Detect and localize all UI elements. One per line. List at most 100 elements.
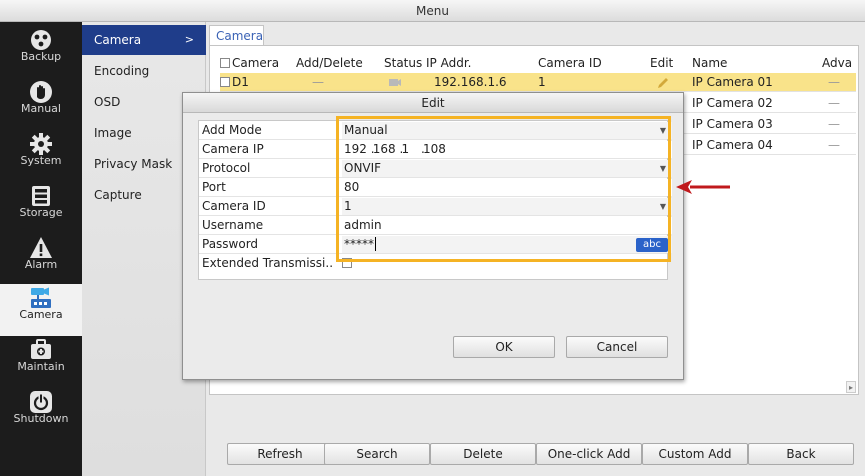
extended-label: Extended Transmissi.. bbox=[202, 256, 334, 270]
power-icon bbox=[30, 391, 52, 413]
camera-status-icon bbox=[389, 79, 401, 86]
status-cell bbox=[388, 73, 418, 92]
name-cell: IP Camera 02 bbox=[692, 96, 773, 110]
one-click-add-button[interactable]: One-click Add bbox=[536, 443, 642, 465]
add-delete-cell[interactable]: — bbox=[312, 73, 352, 92]
refresh-button[interactable]: Refresh bbox=[227, 443, 333, 465]
nav-maintain[interactable]: Maintain bbox=[0, 336, 82, 388]
nav-backup[interactable]: Backup bbox=[0, 26, 82, 78]
password-input[interactable]: ***** abc bbox=[342, 236, 672, 253]
name-cell: IP Camera 04 bbox=[692, 138, 773, 152]
callout-arrow-icon bbox=[676, 180, 730, 194]
extended-transmission-checkbox[interactable] bbox=[342, 258, 352, 268]
back-button[interactable]: Back bbox=[748, 443, 854, 465]
delete-button[interactable]: Delete bbox=[430, 443, 536, 465]
window-title: Menu bbox=[416, 4, 449, 18]
ok-button[interactable]: OK bbox=[453, 336, 555, 358]
password-label: Password bbox=[202, 237, 259, 251]
username-input[interactable]: admin bbox=[342, 217, 672, 234]
tab-camera[interactable]: Camera bbox=[209, 25, 264, 46]
search-button[interactable]: Search bbox=[324, 443, 430, 465]
column-name: Name bbox=[692, 56, 728, 70]
nav-shutdown[interactable]: Shutdown bbox=[0, 388, 82, 440]
name-cell: IP Camera 01 bbox=[692, 75, 773, 89]
column-camera-id: Camera ID bbox=[538, 56, 602, 70]
main-nav: Backup Manual System Storage Alarm Camer… bbox=[0, 22, 82, 476]
nav-manual[interactable]: Manual bbox=[0, 78, 82, 130]
port-row: Port 80 bbox=[199, 178, 672, 197]
select-all-checkbox[interactable] bbox=[220, 58, 230, 68]
advanced-cell[interactable]: — bbox=[828, 73, 856, 92]
name-cell: IP Camera 03 bbox=[692, 117, 773, 131]
edit-cell[interactable] bbox=[656, 73, 686, 92]
camera-ip-row: Camera IP 192 .168 .1 .108 bbox=[199, 140, 672, 159]
storage-icon bbox=[32, 186, 50, 206]
advanced-cell[interactable]: — bbox=[828, 136, 856, 155]
column-advanced: Adva bbox=[822, 56, 853, 70]
pencil-icon[interactable] bbox=[656, 76, 670, 90]
column-camera: Camera bbox=[220, 54, 296, 73]
password-row: Password ***** abc bbox=[199, 235, 672, 254]
ip-octet-4[interactable]: 108 bbox=[423, 142, 446, 156]
nav-label: Manual bbox=[21, 102, 61, 115]
camera-id-select[interactable]: 1 ▼ bbox=[342, 198, 672, 215]
manual-hand-icon bbox=[30, 81, 52, 103]
camera-ip-label: Camera IP bbox=[202, 142, 264, 156]
port-label: Port bbox=[202, 180, 226, 194]
protocol-row: Protocol ONVIF ▼ bbox=[199, 159, 672, 178]
table-row[interactable]: D1 — 192.168.1.6 1 IP Camera 01 — bbox=[220, 73, 856, 92]
add-mode-row: Add Mode Manual ▼ bbox=[199, 121, 672, 140]
subnav-label: Camera bbox=[94, 33, 142, 47]
gear-icon bbox=[30, 133, 52, 155]
nav-system[interactable]: System bbox=[0, 130, 82, 182]
toolbox-icon bbox=[31, 339, 51, 359]
ip-octet-1[interactable]: 192 bbox=[344, 142, 367, 156]
text-cursor bbox=[375, 237, 376, 251]
input-method-badge[interactable]: abc bbox=[636, 238, 668, 252]
chevron-right-icon: > bbox=[184, 33, 194, 46]
cancel-button[interactable]: Cancel bbox=[566, 336, 668, 358]
edit-form: Add Mode Manual ▼ Camera IP 192 .168 .1 .… bbox=[198, 120, 672, 280]
backup-icon bbox=[31, 30, 51, 50]
column-edit: Edit bbox=[650, 56, 674, 70]
camera-channel: D1 bbox=[232, 75, 249, 89]
ip-octet-3[interactable]: 1 bbox=[401, 142, 409, 156]
extended-row: Extended Transmissi.. bbox=[199, 254, 667, 273]
protocol-select[interactable]: ONVIF ▼ bbox=[342, 160, 672, 177]
dropdown-arrow-icon: ▼ bbox=[659, 126, 666, 135]
camera-ip-input[interactable]: 192 .168 .1 .108 bbox=[342, 141, 672, 158]
username-row: Username admin bbox=[199, 216, 672, 235]
scroll-right-icon[interactable]: ▸ bbox=[846, 381, 856, 393]
nav-alarm[interactable]: Alarm bbox=[0, 234, 82, 286]
nav-label: Maintain bbox=[17, 360, 65, 373]
column-ip-addr: IP Addr. bbox=[426, 56, 472, 70]
port-input[interactable]: 80 bbox=[342, 179, 672, 196]
alarm-warning-icon bbox=[30, 237, 52, 258]
add-mode-label: Add Mode bbox=[202, 123, 262, 137]
camera-icon bbox=[31, 287, 51, 308]
ip-octet-2[interactable]: 168 bbox=[373, 142, 396, 156]
nav-label: Backup bbox=[20, 50, 62, 63]
custom-add-button[interactable]: Custom Add bbox=[642, 443, 748, 465]
add-mode-select[interactable]: Manual ▼ bbox=[342, 122, 672, 139]
advanced-cell[interactable]: — bbox=[828, 115, 856, 134]
username-label: Username bbox=[202, 218, 264, 232]
column-add-delete: Add/Delete bbox=[296, 56, 363, 70]
nav-label: System bbox=[20, 154, 62, 167]
nav-storage[interactable]: Storage bbox=[0, 182, 82, 234]
row-checkbox[interactable] bbox=[220, 77, 230, 87]
ip-cell: 192.168.1.6 bbox=[434, 75, 507, 89]
nav-label: Camera bbox=[19, 308, 63, 321]
column-status: Status bbox=[384, 56, 423, 70]
camera-id-cell: 1 bbox=[538, 75, 546, 89]
subnav-encoding[interactable]: Encoding bbox=[82, 56, 206, 86]
window-title-bar: Menu bbox=[0, 0, 865, 22]
edit-dialog: Edit Add Mode Manual ▼ Camera IP 192 .168… bbox=[182, 92, 684, 380]
table-header: Camera Add/Delete Status IP Addr. Camera… bbox=[220, 54, 856, 73]
protocol-label: Protocol bbox=[202, 161, 251, 175]
camera-id-row: Camera ID 1 ▼ bbox=[199, 197, 672, 216]
nav-label: Shutdown bbox=[13, 412, 69, 425]
subnav-camera[interactable]: Camera > bbox=[82, 25, 206, 55]
nav-camera[interactable]: Camera bbox=[0, 284, 82, 336]
advanced-cell[interactable]: — bbox=[828, 94, 856, 113]
